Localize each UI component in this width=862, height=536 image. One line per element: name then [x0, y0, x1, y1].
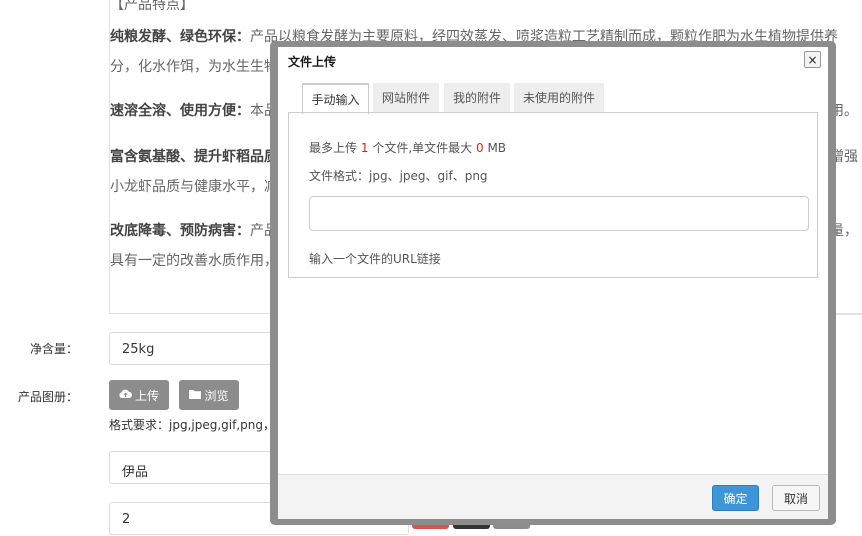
cancel-button[interactable]: 取消: [772, 485, 820, 511]
tab-site-attachments[interactable]: 网站附件: [373, 83, 439, 112]
editor-bold: 速溶全溶、使用方便：: [110, 103, 250, 119]
max-file-size: 0: [475, 141, 484, 155]
max-file-count: 1: [360, 141, 369, 155]
file-format-text: 文件格式：jpg、jpeg、gif、png: [309, 169, 488, 183]
url-input[interactable]: [309, 196, 809, 231]
editor-line: 分，化水作饵，为水生生物: [110, 59, 278, 75]
tab-my-attachments[interactable]: 我的附件: [444, 83, 510, 112]
editor-bold: 改底降毒、预防病害：: [110, 223, 250, 239]
album-label: 产品图册：: [18, 390, 79, 404]
folder-icon: [189, 388, 202, 402]
editor-line: 小龙虾品质与健康水平，减: [110, 179, 278, 195]
dialog-content: 文件上传 × 手动输入 网站附件 我的附件 未使用的附件 最多上传 1 个文件,…: [278, 47, 828, 519]
upload-button[interactable]: 上传: [109, 380, 169, 410]
upload-button-label: 上传: [134, 388, 159, 403]
dialog-title: 文件上传: [288, 55, 337, 69]
browse-button-label: 浏览: [204, 388, 229, 403]
editor-line: 富含氨基酸、提升虾稻品质: [110, 146, 278, 166]
editor-line: 速溶全溶、使用方便：本品: [110, 103, 278, 119]
close-button[interactable]: ×: [804, 51, 821, 68]
editor-bold: 富含氨基酸、提升虾稻品质: [110, 149, 278, 165]
close-icon: ×: [807, 52, 818, 67]
tab-manual-input[interactable]: 手动输入: [302, 83, 369, 114]
tab-unused-attachments[interactable]: 未使用的附件: [514, 83, 604, 112]
album-format-hint: 格式要求：jpg,jpeg,gif,png，最: [109, 418, 287, 432]
editor-line: 【产品特点】: [110, 0, 194, 13]
upload-limit-text: 最多上传 1 个文件,单文件最大 0 MB: [309, 141, 507, 155]
manual-input-panel: 最多上传 1 个文件,单文件最大 0 MB 文件格式：jpg、jpeg、gif、…: [288, 112, 818, 278]
editor-line: 改底降毒、预防病害：产品: [110, 223, 278, 239]
net-weight-label: 净含量：: [30, 342, 79, 356]
dialog-footer: 确定 取消: [278, 474, 828, 519]
confirm-button[interactable]: 确定: [712, 485, 759, 511]
editor-bold: 纯粮发酵、绿色环保：: [110, 29, 250, 45]
browse-button[interactable]: 浏览: [179, 380, 239, 410]
cloud-upload-icon: [119, 388, 132, 402]
file-upload-dialog: 文件上传 × 手动输入 网站附件 我的附件 未使用的附件 最多上传 1 个文件,…: [270, 41, 836, 525]
url-hint: 输入一个文件的URL链接: [309, 252, 441, 266]
editor-line: 具有一定的改善水质作用，: [110, 253, 278, 269]
